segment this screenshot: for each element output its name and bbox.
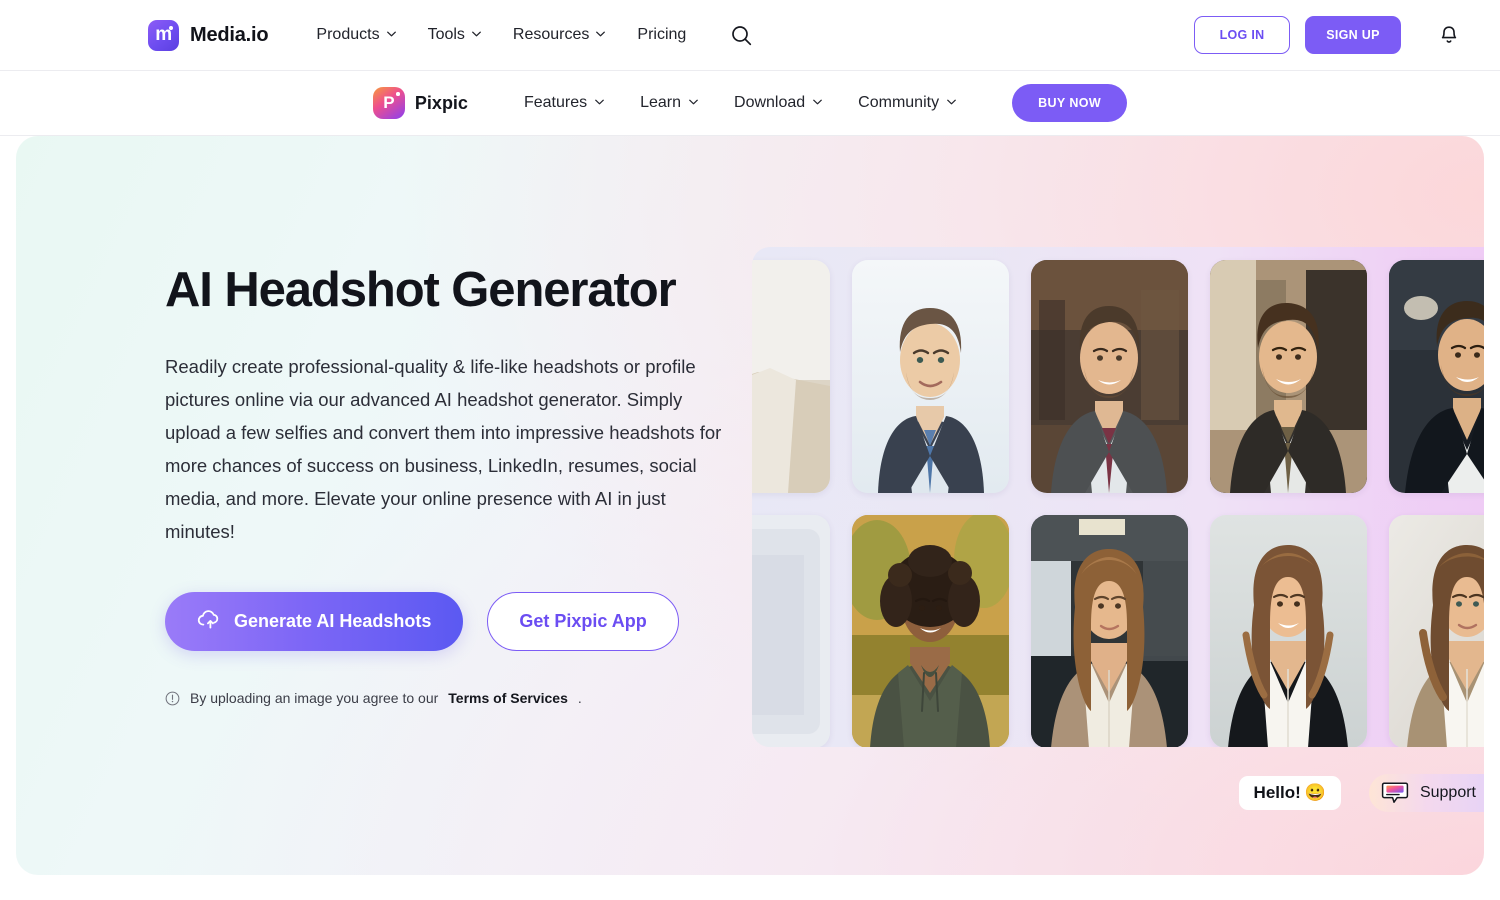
- headshot-card[interactable]: [752, 260, 830, 493]
- smiley-emoji-icon: 😀: [1304, 783, 1326, 802]
- hero-cta-group: Generate AI Headshots Get Pixpic App: [165, 592, 765, 652]
- top-nav-actions: LOG IN SIGN UP: [1194, 16, 1476, 54]
- headshot-gallery-carousel[interactable]: [752, 247, 1484, 747]
- support-label: Support: [1419, 784, 1476, 801]
- chat-widget-row: Hello! 😀 Support: [1236, 773, 1484, 813]
- buy-now-button[interactable]: BUY NOW: [1012, 84, 1128, 122]
- subnav-item-learn[interactable]: Learn: [622, 85, 716, 121]
- chevron-down-icon: [596, 31, 606, 40]
- terms-suffix-text: .: [577, 690, 582, 707]
- top-navigation-bar: m Media.io Products Tools Resources Pric…: [0, 0, 1500, 71]
- subnav-item-learn-label: Learn: [640, 94, 682, 111]
- generate-ai-headshots-button[interactable]: Generate AI Headshots: [165, 592, 464, 652]
- chevron-down-icon: [947, 99, 956, 108]
- chevron-down-icon: [386, 31, 396, 40]
- gallery-row-men: [752, 260, 1484, 493]
- subnav-item-community-label: Community: [858, 94, 940, 111]
- headshot-card[interactable]: [1210, 260, 1367, 493]
- subnav-item-download[interactable]: Download: [716, 85, 840, 121]
- nav-item-products-label: Products: [316, 26, 380, 43]
- hero-copy-block: AI Headshot Generator Readily create pro…: [165, 263, 765, 706]
- headshot-card[interactable]: [1031, 260, 1188, 493]
- subnav-item-community[interactable]: Community: [840, 85, 974, 121]
- support-button[interactable]: Support: [1368, 774, 1484, 812]
- chat-bubble-icon: [1381, 781, 1409, 805]
- notification-bell-icon[interactable]: [1432, 18, 1466, 52]
- chevron-down-icon: [813, 99, 823, 108]
- nav-item-products[interactable]: Products: [300, 18, 411, 52]
- headshot-card[interactable]: [1389, 260, 1484, 493]
- hello-chat-bubble[interactable]: Hello! 😀: [1236, 773, 1344, 813]
- generate-ai-headshots-label: Generate AI Headshots: [234, 611, 432, 632]
- pixpic-logo-sparkle: [396, 92, 400, 96]
- search-icon[interactable]: [724, 18, 758, 52]
- headshot-card[interactable]: [852, 515, 1009, 747]
- signup-button[interactable]: SIGN UP: [1305, 16, 1401, 54]
- chevron-down-icon: [472, 31, 481, 40]
- nav-item-resources-label: Resources: [512, 26, 590, 43]
- info-icon: [165, 691, 180, 706]
- subnav-item-download-label: Download: [734, 94, 806, 111]
- headshot-card[interactable]: [752, 515, 830, 747]
- nav-item-pricing-label: Pricing: [637, 26, 687, 43]
- headshot-card[interactable]: [1210, 515, 1367, 747]
- nav-item-pricing[interactable]: Pricing: [621, 18, 702, 52]
- mediaio-logo-icon: m: [148, 19, 179, 51]
- mediaio-logo-dot: [169, 25, 173, 30]
- get-pixpic-app-button[interactable]: Get Pixpic App: [487, 592, 679, 652]
- headshot-card[interactable]: [852, 260, 1009, 493]
- headshot-card[interactable]: [1389, 515, 1484, 747]
- pixpic-logo-letter: P: [383, 93, 395, 112]
- pixpic-brand-name: Pixpic: [414, 92, 468, 113]
- product-sub-navigation: P Pixpic Features Learn Download Communi…: [0, 71, 1500, 136]
- nav-item-tools-label: Tools: [427, 26, 465, 43]
- nav-item-resources[interactable]: Resources: [497, 18, 621, 52]
- login-button[interactable]: LOG IN: [1194, 16, 1290, 54]
- headshot-card[interactable]: [1031, 515, 1188, 747]
- mediaio-brand-name: Media.io: [190, 23, 269, 46]
- page-title: AI Headshot Generator: [165, 263, 677, 317]
- hero-description: Readily create professional-quality & li…: [165, 356, 722, 543]
- hero-section: AI Headshot Generator Readily create pro…: [16, 136, 1484, 875]
- gallery-row-women: [752, 515, 1484, 747]
- nav-item-tools[interactable]: Tools: [412, 18, 497, 52]
- pixpic-logo-icon: P: [372, 87, 405, 119]
- chevron-down-icon: [689, 99, 698, 108]
- terms-prefix-text: By uploading an image you agree to our: [190, 690, 439, 707]
- terms-of-services-link[interactable]: Terms of Services: [448, 690, 568, 706]
- subnav-item-features-label: Features: [523, 94, 588, 111]
- hello-chat-text: Hello!: [1253, 783, 1301, 802]
- mediaio-brand[interactable]: m Media.io: [148, 19, 269, 51]
- cloud-upload-icon: [197, 609, 221, 634]
- chevron-down-icon: [595, 99, 604, 108]
- subnav-item-features[interactable]: Features: [506, 85, 622, 121]
- pixpic-brand[interactable]: P Pixpic: [372, 87, 468, 119]
- primary-nav-links: Products Tools Resources Pricing: [300, 18, 702, 52]
- terms-notice: By uploading an image you agree to our T…: [165, 690, 765, 706]
